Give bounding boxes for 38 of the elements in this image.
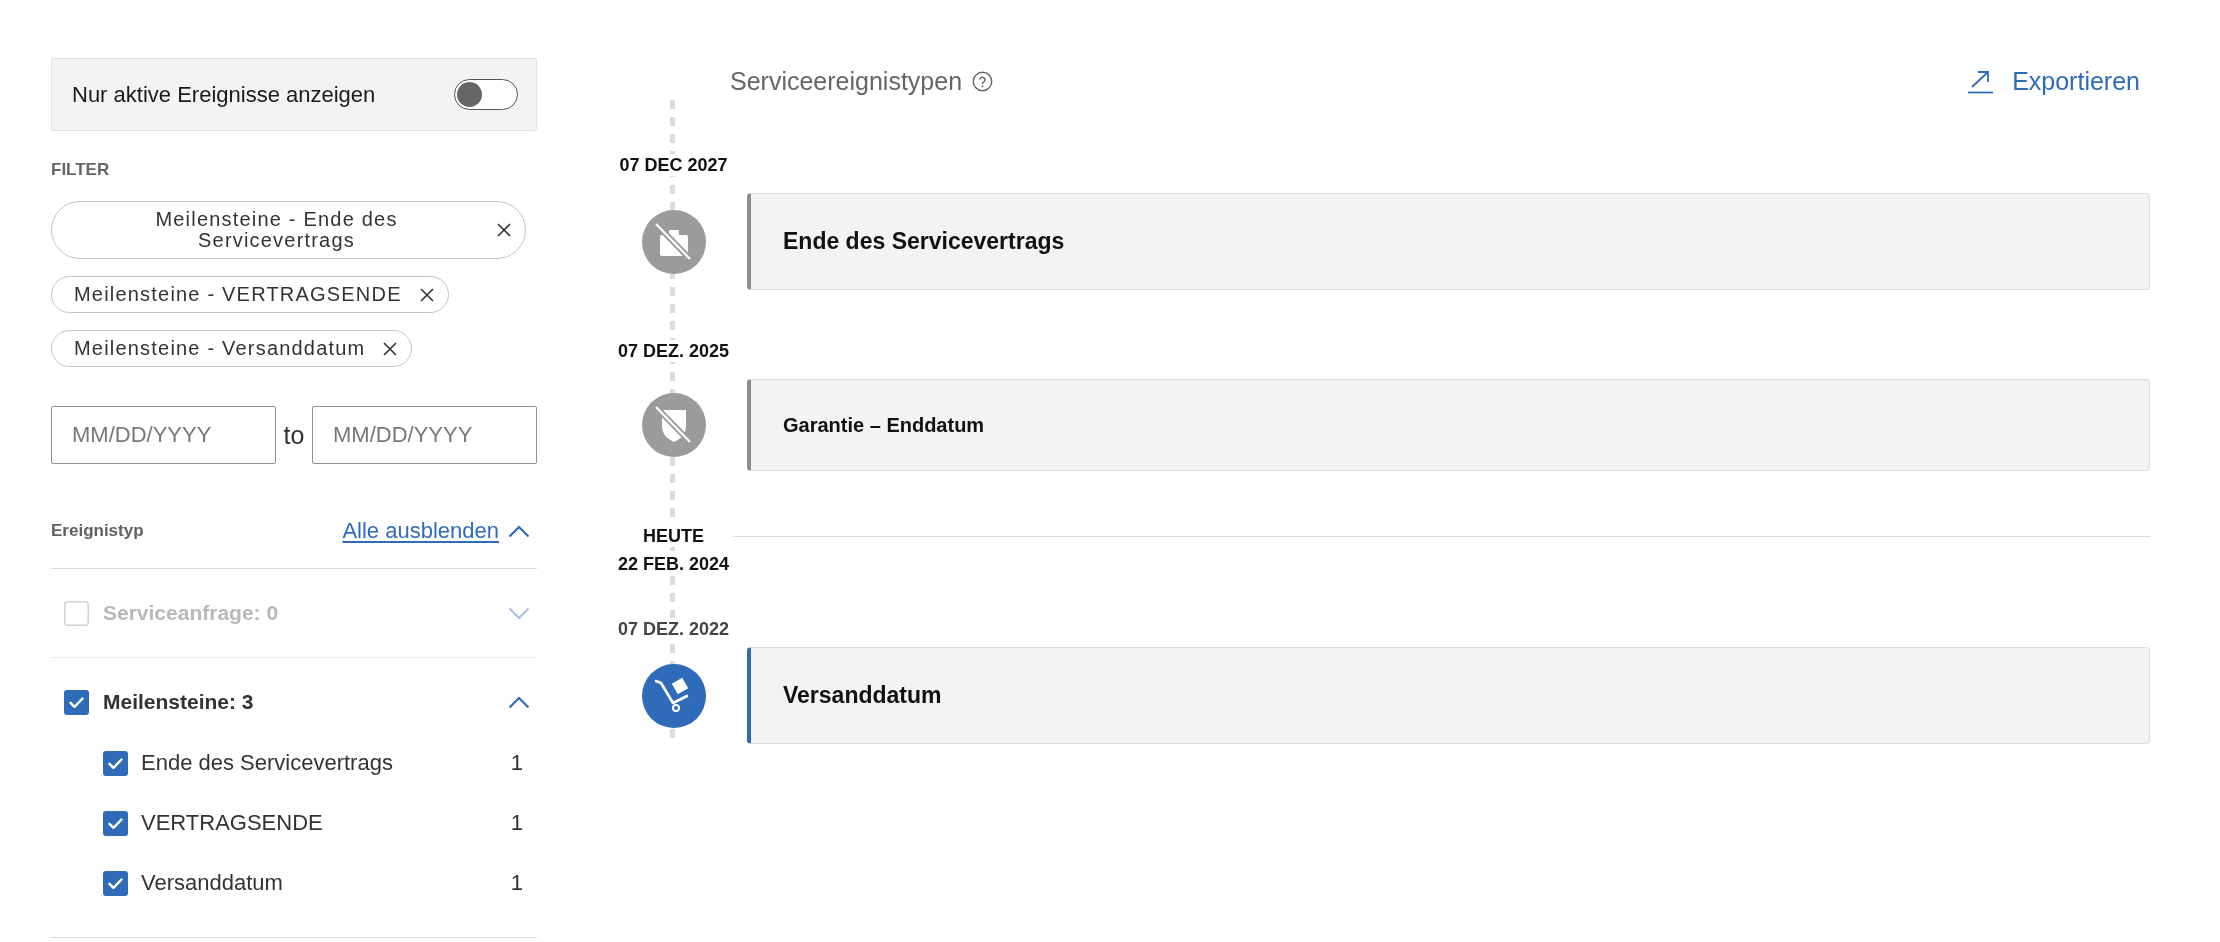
- count-label: 1: [510, 750, 523, 776]
- date-to-field[interactable]: MM/DD/YYYY: [312, 406, 537, 464]
- checkbox[interactable]: [103, 810, 128, 836]
- close-icon: [497, 223, 511, 237]
- category-label: Serviceanfrage: 0: [103, 601, 280, 625]
- subcategory-label: Versanddatum: [141, 870, 284, 896]
- filter-chip-label: Meilensteine - Ende des Servicevertrags: [154, 209, 399, 251]
- export-icon: [1968, 68, 1994, 94]
- subcategory-label: Ende des Servicevertrags: [141, 750, 394, 776]
- remove-filter-button[interactable]: [419, 287, 434, 302]
- count-label: 1: [510, 810, 523, 836]
- date-range-separator: to: [283, 420, 305, 450]
- export-button[interactable]: Exportieren: [1968, 66, 2140, 96]
- filter-heading: FILTER: [51, 161, 111, 179]
- collapse-all-link[interactable]: Alle ausblenden: [342, 518, 530, 544]
- date-from-field[interactable]: MM/DD/YYYY: [51, 406, 276, 464]
- checkbox[interactable]: [64, 689, 89, 715]
- timeline-title: Serviceereignistypen: [730, 66, 963, 96]
- close-icon: [419, 287, 434, 302]
- toggle-label: Nur aktive Ereignisse anzeigen: [72, 81, 376, 108]
- event-type-heading: Ereignistyp: [51, 521, 144, 541]
- close-icon: [383, 341, 398, 356]
- help-icon[interactable]: [972, 70, 994, 92]
- chevron-up-icon: [508, 524, 530, 538]
- checkbox[interactable]: [103, 750, 128, 776]
- filter-chip-label: Meilensteine - Versanddatum: [74, 338, 366, 359]
- checkbox[interactable]: [103, 870, 128, 896]
- subcategory-label: VERTRAGSENDE: [141, 810, 324, 836]
- remove-filter-button[interactable]: [383, 341, 398, 356]
- event-title: Garantie – Enddatum: [783, 413, 985, 437]
- event-title: Ende des Servicevertrags: [783, 228, 1065, 255]
- filter-chip-label: Meilensteine - VERTRAGSENDE: [74, 284, 402, 305]
- remove-filter-button[interactable]: [497, 223, 511, 237]
- category-label: Meilensteine: 3: [103, 690, 255, 714]
- count-label: 1: [510, 870, 523, 896]
- event-title: Versanddatum: [783, 682, 942, 709]
- chevron-up-icon[interactable]: [508, 695, 530, 709]
- toggle-switch[interactable]: [454, 79, 518, 110]
